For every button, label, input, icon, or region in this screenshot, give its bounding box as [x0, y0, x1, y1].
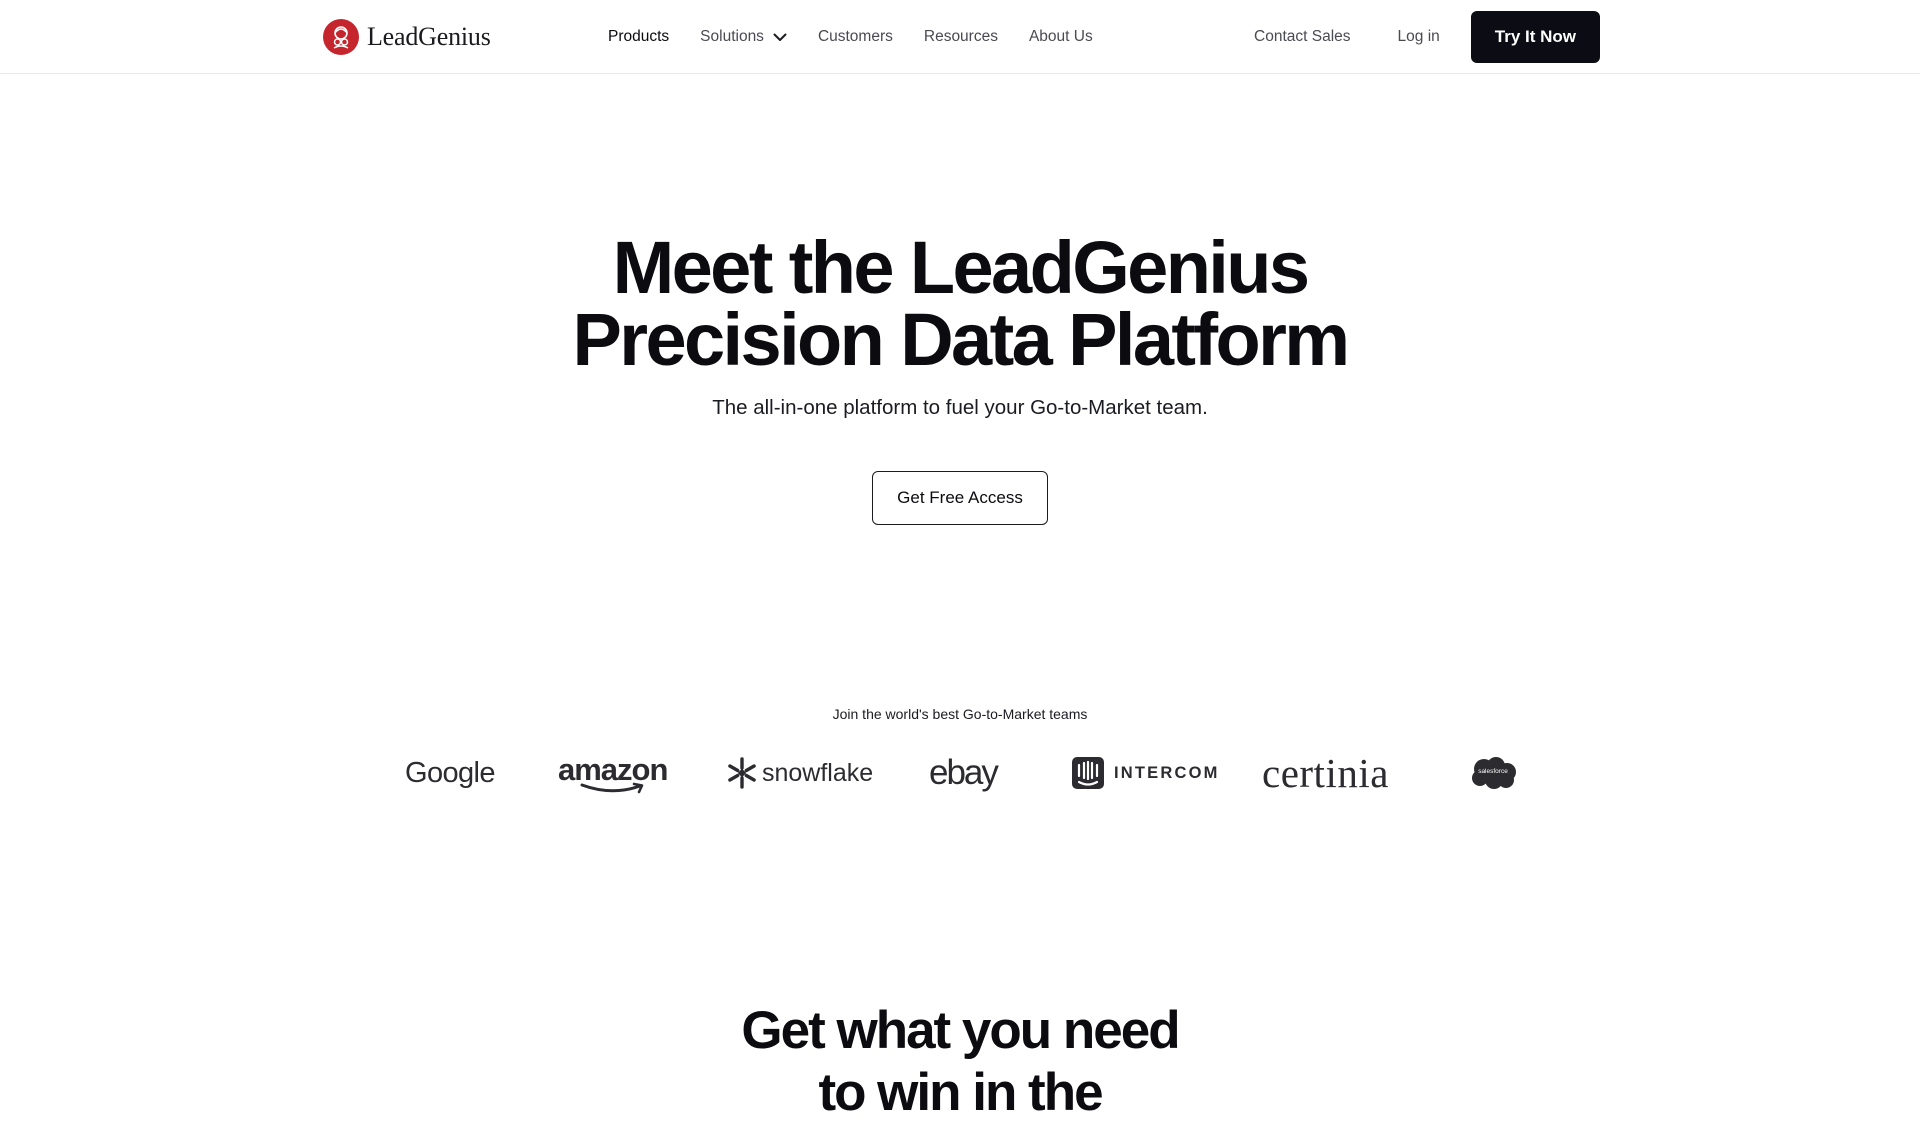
nav-item-products[interactable]: Products	[608, 28, 669, 46]
certinia-logo-text: certinia	[1262, 750, 1389, 796]
amazon-smile-icon	[580, 782, 644, 794]
customer-logo-row: Google amazon snowflake ebay INTERCOM ce…	[0, 748, 1920, 798]
nav-item-about-us[interactable]: About Us	[1029, 28, 1093, 46]
chevron-down-icon	[773, 33, 787, 41]
certinia-logo: certinia	[1262, 748, 1389, 798]
section-title-line-1: Get what you need	[741, 1001, 1180, 1060]
customer-logos-caption: Join the world's best Go-to-Market teams	[832, 706, 1088, 722]
try-it-now-button[interactable]: Try It Now	[1470, 11, 1600, 63]
hero-subtitle: The all-in-one platform to fuel your Go-…	[712, 396, 1208, 419]
amazon-logo: amazon	[558, 748, 668, 798]
nav-item-solutions-label: Solutions	[700, 28, 764, 45]
snowflake-logo: snowflake	[726, 748, 873, 798]
salesforce-logo-text: salesforce	[1478, 768, 1508, 775]
hero-title-line-2: Precision Data Platform	[572, 298, 1350, 381]
section-title: Get what you need to win in the	[0, 1000, 1920, 1124]
intercom-icon	[1072, 757, 1104, 789]
leadgenius-mark-svg	[333, 26, 349, 49]
login-link[interactable]: Log in	[1398, 28, 1440, 46]
nav-item-customers[interactable]: Customers	[818, 28, 893, 46]
hero-title-line-1: Meet the LeadGenius	[612, 226, 1310, 309]
intercom-logo: INTERCOM	[1072, 748, 1220, 798]
salesforce-logo: salesforce	[1469, 748, 1517, 798]
intercom-logo-text: INTERCOM	[1114, 763, 1220, 782]
google-logo: Google	[405, 748, 496, 798]
nav-item-resources[interactable]: Resources	[924, 28, 998, 46]
hero-title: Meet the LeadGenius Precision Data Platf…	[0, 226, 1920, 381]
brand-name: LeadGenius	[367, 22, 491, 51]
get-free-access-button[interactable]: Get Free Access	[872, 471, 1048, 525]
nav-item-solutions[interactable]: Solutions	[700, 28, 787, 46]
google-logo-text: Google	[405, 756, 496, 789]
leadgenius-logo-icon	[323, 19, 359, 55]
salesforce-cloud-icon: salesforce	[1469, 756, 1517, 790]
contact-sales-link[interactable]: Contact Sales	[1254, 28, 1351, 46]
main-menu: Products Solutions Customers Resources A…	[608, 0, 1124, 74]
ebay-logo-text: ebay	[929, 753, 999, 792]
nav-actions: Contact Sales Log in Try It Now	[1254, 11, 1600, 63]
snowflake-logo-text: snowflake	[762, 758, 874, 787]
top-navigation: LeadGenius Products Solutions Customers …	[0, 0, 1920, 74]
snowflake-icon	[728, 757, 756, 789]
ebay-logo: ebay	[929, 748, 999, 798]
brand-logo-link[interactable]: LeadGenius	[323, 18, 491, 56]
section-title-line-2: to win in the	[818, 1063, 1103, 1122]
